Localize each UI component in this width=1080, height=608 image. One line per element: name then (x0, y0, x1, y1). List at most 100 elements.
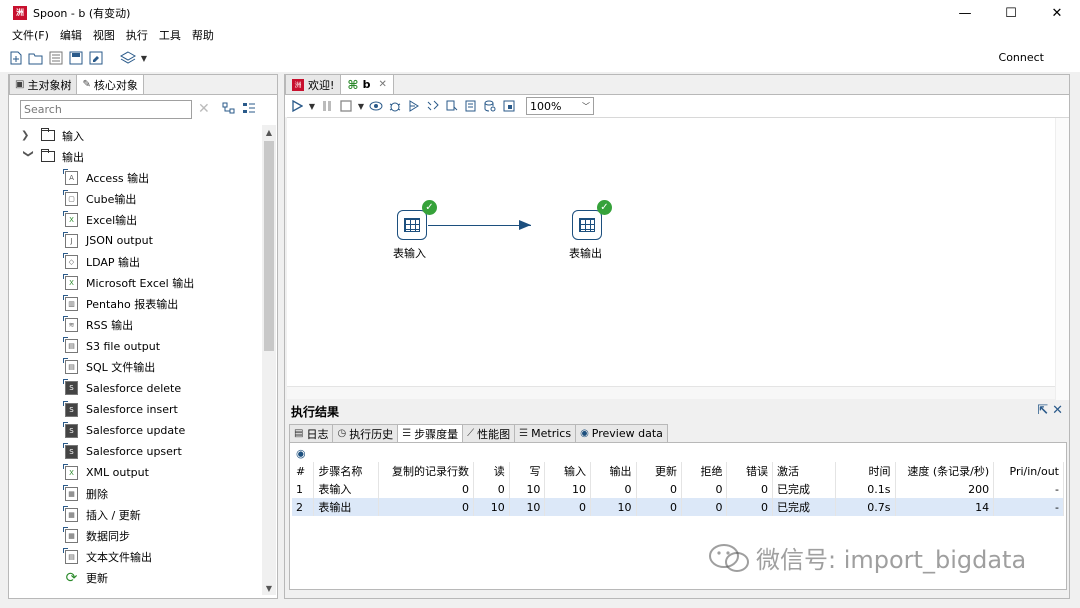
search-input[interactable] (20, 99, 192, 119)
tree-item-json-output[interactable]: J JSON output (9, 230, 261, 251)
zoom-select[interactable]: 100% ﹀ (526, 97, 594, 115)
debug-icon[interactable] (387, 98, 403, 114)
tree-folder-input[interactable]: ❯ 输入 (9, 125, 261, 146)
clear-search-icon[interactable]: ✕ (198, 101, 210, 117)
column-header[interactable]: 步骤名称 (313, 462, 380, 480)
column-header[interactable]: # (292, 462, 315, 480)
column-header[interactable]: Pri/in/out (993, 462, 1064, 480)
tab-welcome[interactable]: 洲 欢迎! (285, 74, 342, 94)
tab-history[interactable]: ◷ 执行历史 (332, 424, 399, 442)
column-header[interactable]: 拒绝 (681, 462, 728, 480)
close-tab-icon[interactable]: ✕ (378, 79, 386, 90)
chart-icon: ⟋ (467, 428, 475, 439)
impact-icon[interactable] (444, 98, 460, 114)
column-header[interactable]: 复制的记录行数 (378, 462, 474, 480)
replay-icon[interactable] (406, 98, 422, 114)
expand-tree-icon[interactable] (242, 102, 256, 117)
column-header[interactable]: 时间 (835, 462, 896, 480)
tree-item-sql-file-output[interactable]: ▤ SQL 文件输出 (9, 357, 261, 378)
tree-item-excel-output[interactable]: X Excel输出 (9, 209, 261, 230)
tab-performance-chart[interactable]: ⟋ 性能图 (462, 424, 516, 442)
tree-item-data-sync[interactable]: ▦ 数据同步 (9, 526, 261, 547)
sql-icon[interactable] (463, 98, 479, 114)
tree-item-s3-file-output[interactable]: ▤ S3 file output (9, 336, 261, 357)
menu-help[interactable]: 帮助 (192, 27, 214, 43)
tree-item-salesforce-insert[interactable]: S Salesforce insert (9, 399, 261, 420)
menu-tools[interactable]: 工具 (159, 27, 181, 43)
verify-icon[interactable] (425, 98, 441, 114)
tab-transformation-b[interactable]: ⌘ b ✕ (340, 74, 394, 94)
scroll-up-icon[interactable]: ▲ (262, 125, 276, 139)
close-button[interactable]: ✕ (1034, 0, 1080, 26)
canvas-horizontal-scrollbar[interactable] (287, 386, 1055, 399)
tree-item-insert-update[interactable]: ▦ 插入 / 更新 (9, 505, 261, 526)
explore-repository-icon[interactable] (48, 50, 64, 66)
minimize-button[interactable]: — (942, 0, 988, 26)
tab-metrics[interactable]: ☰ Metrics (514, 424, 577, 442)
chevron-down-icon[interactable]: ▼ (357, 98, 365, 114)
scroll-down-icon[interactable]: ▼ (262, 581, 276, 595)
step-table-input[interactable]: ✓ (397, 200, 437, 240)
layers-icon[interactable] (120, 50, 136, 66)
tree-folder-output[interactable]: ❯ 输出 (9, 146, 261, 167)
step-table-output[interactable]: ✓ (572, 200, 612, 240)
canvas-vertical-scrollbar[interactable] (1055, 118, 1069, 400)
tree-item-salesforce-delete[interactable]: S Salesforce delete (9, 378, 261, 399)
menu-edit[interactable]: 编辑 (60, 27, 82, 43)
database-explore-icon[interactable] (482, 98, 498, 114)
menu-view[interactable]: 视图 (93, 27, 115, 43)
open-file-icon[interactable] (28, 50, 44, 66)
chevron-right-icon[interactable]: ❯ (21, 130, 35, 141)
new-file-icon[interactable] (8, 50, 24, 66)
scrollbar-thumb[interactable] (264, 141, 274, 351)
tree-scrollbar[interactable]: ▲ ▼ (262, 125, 276, 595)
tree-item-ms-excel-output[interactable]: X Microsoft Excel 输出 (9, 272, 261, 293)
column-header[interactable]: 更新 (636, 462, 682, 480)
run-icon[interactable] (289, 98, 305, 114)
stop-icon[interactable] (338, 98, 354, 114)
tree-item-rss-output[interactable]: ≋ RSS 输出 (9, 315, 261, 336)
show-results-icon[interactable] (501, 98, 517, 114)
tab-log[interactable]: ▤ 日志 (289, 424, 334, 442)
save-icon[interactable] (68, 50, 84, 66)
hop-line[interactable] (428, 225, 531, 226)
transformation-canvas[interactable]: ✓ 表输入 ✓ 表输出 (287, 117, 1069, 400)
tab-preview-data[interactable]: ◉ Preview data (575, 424, 668, 442)
menu-file[interactable]: 文件(F) (12, 27, 49, 43)
close-panel-icon[interactable]: ✕ (1052, 403, 1063, 418)
tab-main-object-tree[interactable]: ▣ 主对象树 (9, 74, 78, 94)
tree-item-pentaho-report-output[interactable]: ▥ Pentaho 报表输出 (9, 294, 261, 315)
tree-item-access-output[interactable]: A Access 输出 (9, 167, 261, 188)
connect-button[interactable]: Connect (999, 51, 1044, 64)
table-row[interactable]: 2 表输出 0 10 10 0 10 0 0 0 已完成 0.7s 14 - (292, 498, 1064, 516)
column-header[interactable]: 输出 (590, 462, 637, 480)
column-header[interactable]: 写 (509, 462, 546, 480)
chevron-down-icon[interactable]: ❯ (23, 150, 34, 164)
menu-run[interactable]: 执行 (126, 27, 148, 43)
table-row[interactable]: 1 表输入 0 0 10 10 0 0 0 0 已完成 0.1s 200 - (292, 480, 1064, 498)
eye-icon[interactable]: ◉ (296, 447, 306, 460)
tree-item-xml-output[interactable]: X XML output (9, 462, 261, 483)
chevron-down-icon[interactable]: ▼ (308, 98, 316, 114)
tree-item-salesforce-upsert[interactable]: S Salesforce upsert (9, 441, 261, 462)
tree-item-salesforce-update[interactable]: S Salesforce update (9, 420, 261, 441)
save-as-icon[interactable] (88, 50, 104, 66)
maximize-button[interactable]: ☐ (988, 0, 1034, 26)
chevron-down-icon[interactable]: ▼ (140, 50, 148, 66)
tree-item-update[interactable]: ⟳ 更新 (9, 568, 261, 589)
column-header[interactable]: 速度 (条记录/秒) (895, 462, 995, 480)
column-header[interactable]: 激活 (772, 462, 837, 480)
column-header[interactable]: 读 (473, 462, 510, 480)
pause-icon[interactable] (319, 98, 335, 114)
collapse-tree-icon[interactable] (222, 102, 236, 117)
tab-step-metrics[interactable]: ☰ 步骤度量 (397, 424, 464, 442)
tab-core-objects[interactable]: ✎ 核心对象 (76, 74, 144, 94)
column-header[interactable]: 错误 (726, 462, 773, 480)
column-header[interactable]: 输入 (544, 462, 591, 480)
tree-item-cube-output[interactable]: ▢ Cube输出 (9, 188, 261, 209)
tree-item-text-file-output[interactable]: ▤ 文本文件输出 (9, 547, 261, 568)
tree-item-delete[interactable]: ▦ 删除 (9, 483, 261, 504)
maximize-panel-icon[interactable]: ⇱ (1037, 403, 1048, 418)
preview-eye-icon[interactable] (368, 98, 384, 114)
tree-item-ldap-output[interactable]: ◇ LDAP 输出 (9, 251, 261, 272)
